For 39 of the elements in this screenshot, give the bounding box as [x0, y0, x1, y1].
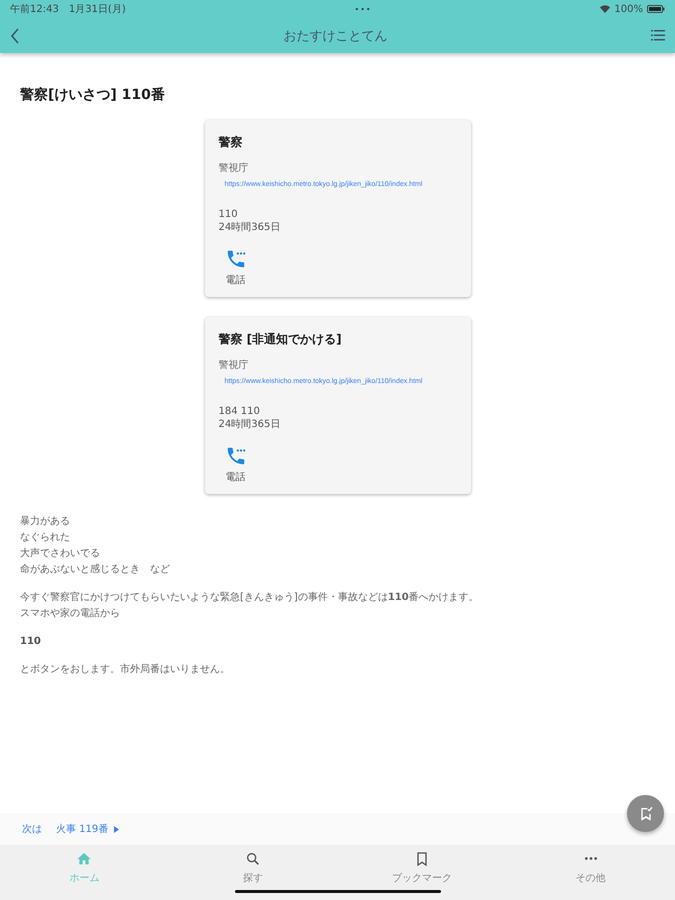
- tab[interactable]: その他: [506, 845, 675, 900]
- body-text: 命があぶないと感じるとき など: [20, 562, 170, 577]
- app-title: おたすけことてん: [282, 28, 388, 44]
- call-button[interactable]: 電話: [224, 248, 246, 287]
- body-text: 暴力がある: [20, 514, 70, 529]
- search-icon: [245, 851, 262, 867]
- more-icon: [584, 857, 597, 860]
- page-heading: 警察[けいさつ] 110番: [20, 86, 165, 104]
- status-dots: •••: [354, 4, 372, 14]
- home-icon: [76, 851, 92, 867]
- body-text: 今すぐ警察官にかけつけてもらいたいような緊急[きんきゅう]の事件・事故などは110番へかけます。: [20, 590, 479, 605]
- status-time: 午前12:43: [10, 3, 59, 16]
- body-text: なぐられた: [20, 531, 70, 545]
- organization-name: 警視庁: [218, 162, 250, 175]
- wifi-icon: [600, 5, 610, 13]
- menu-button[interactable]: [649, 28, 667, 43]
- card-title: 警察: [218, 134, 244, 151]
- battery-percent: 100%: [614, 4, 643, 14]
- bookmark-fab[interactable]: [627, 795, 664, 832]
- phone-number: 110: [218, 208, 238, 221]
- phone-number: 184 110: [218, 405, 260, 418]
- caret-icon: [114, 826, 120, 832]
- call-button[interactable]: 電話: [224, 445, 246, 484]
- tab[interactable]: 探す: [168, 845, 338, 900]
- service-hours: 24時間365日: [218, 418, 280, 431]
- body-text: スマホや家の電話から: [20, 606, 120, 621]
- tab[interactable]: ホーム: [0, 845, 169, 900]
- body-text: とボタンをおします。市外局番はいりません。: [20, 662, 230, 677]
- list-icon: [651, 30, 665, 41]
- organization-name: 警視庁: [218, 358, 250, 372]
- service-hours: 24時間365日: [218, 221, 280, 234]
- next-link[interactable]: 次は 火事 119番: [22, 822, 120, 836]
- back-icon: [10, 28, 20, 44]
- body-text: 大声でさわいでる: [20, 546, 100, 561]
- tab[interactable]: ブックマーク: [338, 845, 506, 900]
- card-title: 警察 [非通知でかける]: [218, 331, 343, 348]
- body-text: 110: [20, 635, 41, 649]
- status-date: 1月31日(月): [68, 3, 126, 16]
- battery-icon: [647, 5, 665, 13]
